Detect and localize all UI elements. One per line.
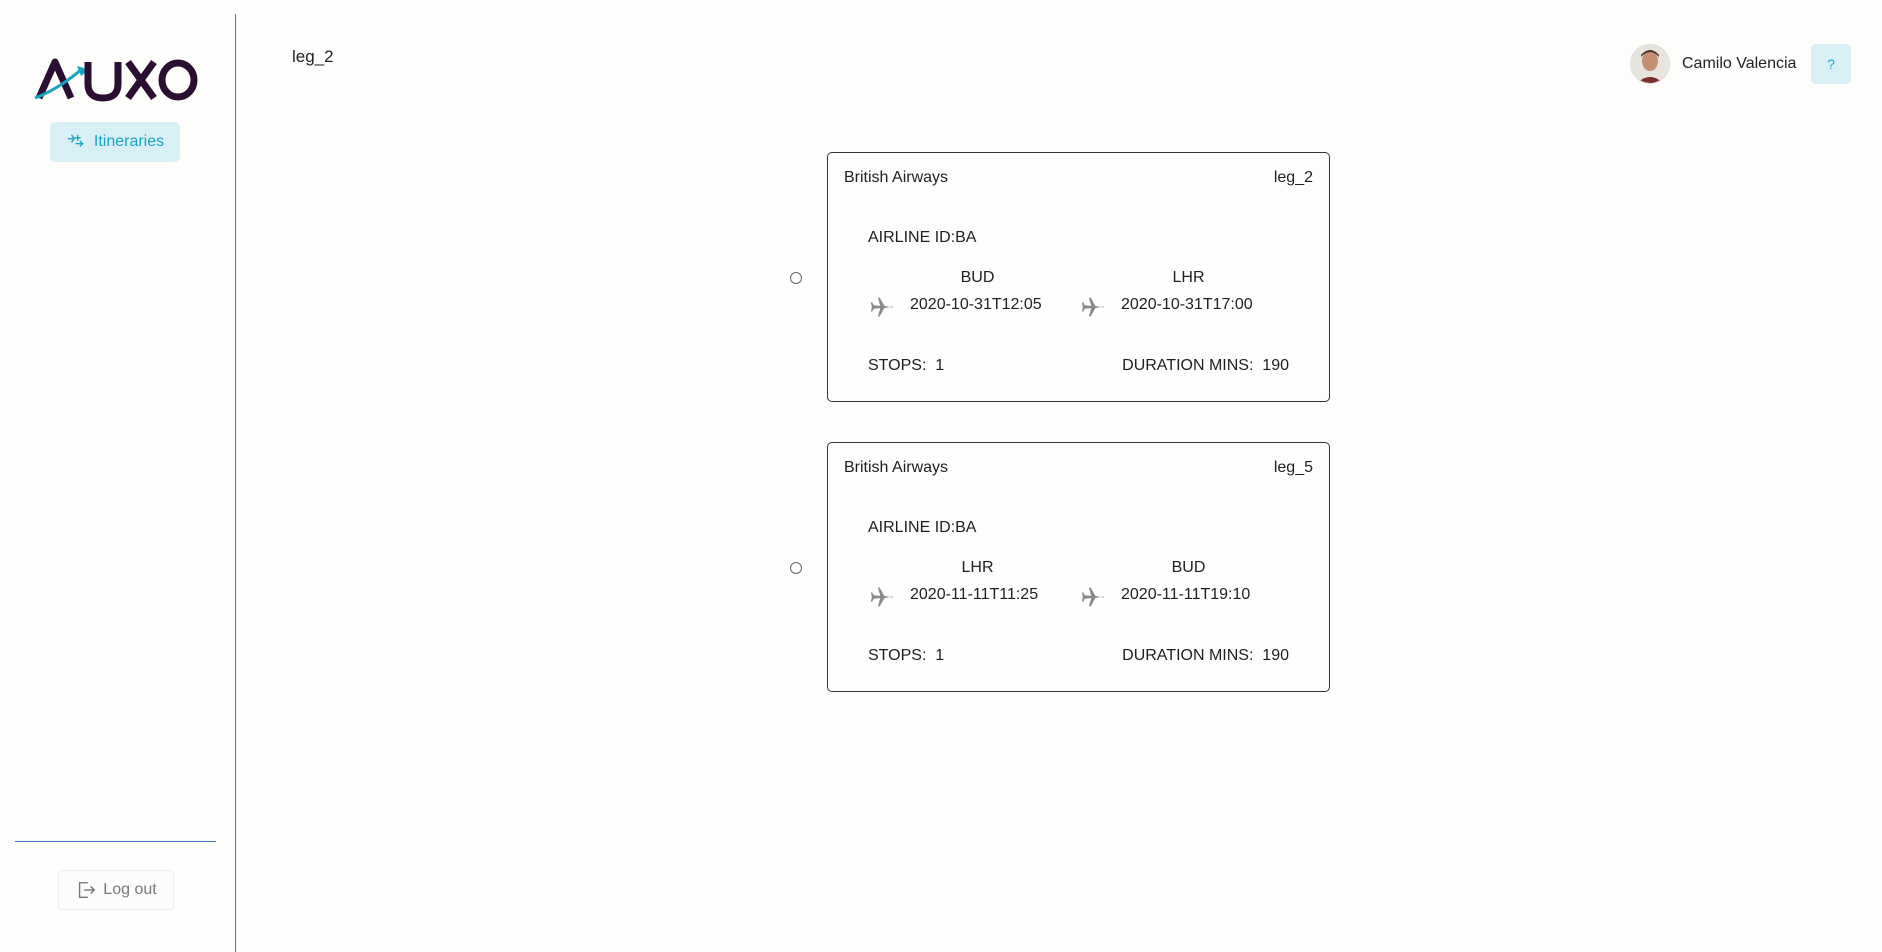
stops-value: 1 (935, 357, 945, 374)
airline-id: AIRLINE ID:BA (868, 229, 977, 246)
departure-time: 2020-10-31T12:05 (910, 296, 1042, 313)
logout-label: Log out (103, 881, 157, 898)
sidebar-item-itineraries[interactable]: Itineraries (50, 122, 180, 162)
leg-card[interactable]: British Airways leg_5 AIRLINE ID:BA LHR … (827, 442, 1330, 692)
departure-segment: BUD 2020-10-31T12:05 (868, 269, 1058, 319)
departure-code: LHR (961, 559, 994, 576)
stops: STOPS: 1 (868, 647, 944, 665)
airline-id: AIRLINE ID:BA (868, 519, 977, 536)
logout-icon (79, 881, 96, 899)
duration-value: 190 (1262, 357, 1289, 374)
page-title: leg_2 (292, 47, 334, 66)
stops-label: STOPS: (868, 647, 927, 664)
arrival-time: 2020-11-11T19:10 (1121, 586, 1251, 603)
plane-icon (1081, 297, 1104, 317)
leg-card[interactable]: British Airways leg_2 AIRLINE ID:BA BUD … (827, 152, 1330, 402)
sidebar: Itineraries Log out (0, 0, 236, 948)
arrival-segment: BUD 2020-11-11T19:10 (1079, 559, 1269, 609)
auxo-logo (34, 58, 198, 102)
help-button[interactable]: ? (1811, 44, 1851, 84)
plane-icon (870, 587, 893, 607)
sidebar-divider (15, 841, 216, 842)
arrival-segment: LHR 2020-10-31T17:00 (1079, 269, 1269, 319)
avatar-image (1631, 45, 1669, 83)
leg-id: leg_5 (1273, 459, 1313, 476)
airline-name: British Airways (844, 169, 949, 186)
stops-label: STOPS: (868, 357, 927, 374)
leg-option: British Airways leg_2 AIRLINE ID:BA BUD … (790, 152, 1330, 402)
arrival-code: LHR (1172, 269, 1205, 286)
leg-id: leg_2 (1273, 169, 1313, 186)
user-menu[interactable]: Camilo Valencia (1630, 44, 1796, 84)
airline-name: British Airways (844, 459, 949, 476)
stops-value: 1 (935, 647, 945, 664)
sidebar-item-label: Itineraries (93, 133, 165, 150)
duration-label: DURATION MINS: (1122, 357, 1254, 374)
flights-icon (67, 134, 84, 147)
user-name: Camilo Valencia (1682, 55, 1797, 72)
logout-button[interactable]: Log out (58, 870, 174, 910)
leg-select-radio[interactable] (790, 562, 802, 574)
leg-option: British Airways leg_5 AIRLINE ID:BA LHR … (790, 442, 1330, 692)
departure-code: BUD (960, 269, 995, 286)
stops: STOPS: 1 (868, 357, 944, 375)
leg-select-radio[interactable] (790, 272, 802, 284)
plane-icon (1081, 587, 1104, 607)
departure-time: 2020-11-11T11:25 (910, 586, 1039, 603)
duration-value: 190 (1262, 647, 1289, 664)
sidebar-border (235, 14, 236, 952)
arrival-time: 2020-10-31T17:00 (1121, 296, 1253, 313)
duration-label: DURATION MINS: (1122, 647, 1254, 664)
arrival-code: BUD (1171, 559, 1206, 576)
avatar[interactable] (1630, 44, 1670, 84)
plane-icon (870, 297, 893, 317)
departure-segment: LHR 2020-11-11T11:25 (868, 559, 1058, 609)
duration: DURATION MINS: 190 (1122, 357, 1289, 375)
duration: DURATION MINS: 190 (1122, 647, 1289, 665)
